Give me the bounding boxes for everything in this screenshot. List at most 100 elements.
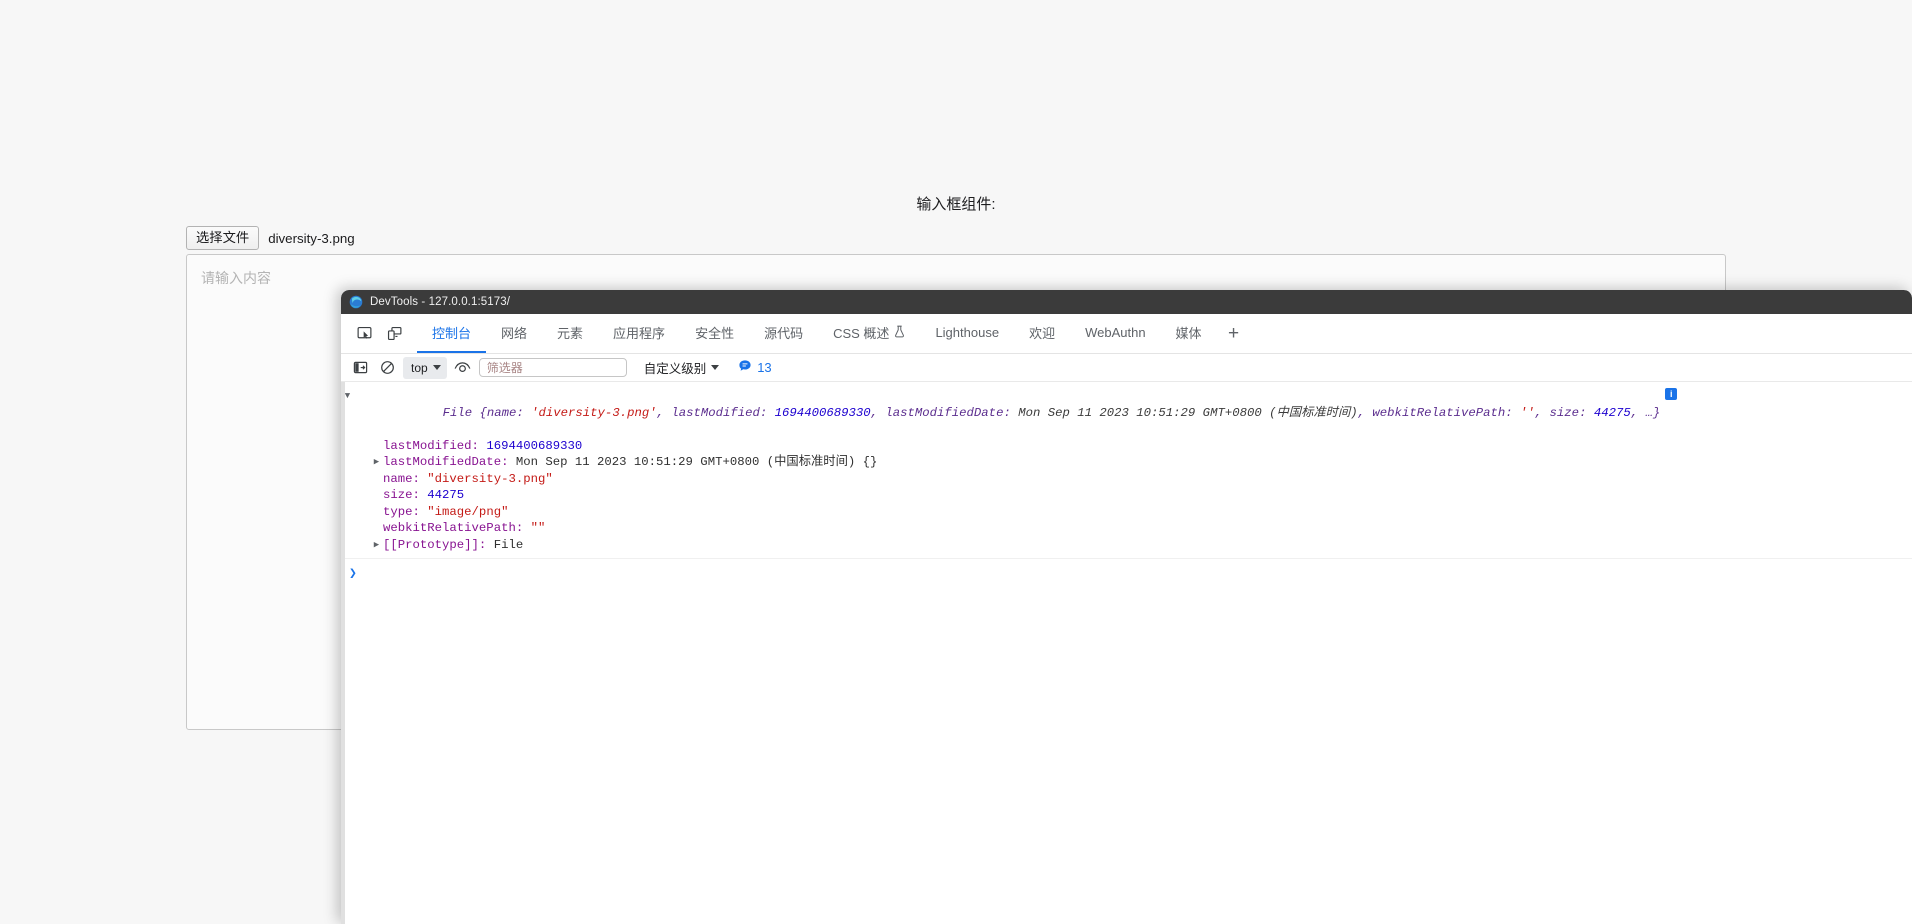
console-property-row: name: "diversity-3.png" [370,471,1912,488]
selected-file-name: diversity-3.png [268,230,355,246]
console-object-header[interactable]: ▼ File {name: 'diversity-3.png', lastMod… [341,388,1912,438]
tab-security[interactable]: 安全性 [680,314,749,353]
edge-logo-icon [349,295,363,309]
tab-sources[interactable]: 源代码 [749,314,818,353]
execution-context-value: top [411,360,428,375]
property-value: 44275 [427,488,465,502]
preview-sep-1: , [656,405,672,420]
textarea-placeholder: 请输入内容 [201,270,271,286]
property-key: webkitRelativePath: [383,521,531,535]
property-key: lastModified: [383,438,487,453]
tab-console[interactable]: 控制台 [417,314,487,353]
preview-sep-3: , [1357,405,1373,420]
preview-value-name: 'diversity-3.png' [531,405,657,420]
preview-value-lastmodifieddate: Mon Sep 11 2023 10:51:29 GMT+0800 (中国标准时… [1018,405,1358,420]
tab-media[interactable]: 媒体 [1161,314,1217,353]
tab-welcome[interactable]: 欢迎 [1014,314,1070,353]
tab-network[interactable]: 网络 [486,314,542,353]
device-toolbar-icon[interactable] [379,314,409,353]
console-property-row: type: "image/png" [370,504,1912,521]
preview-sep-2: , [870,405,886,420]
tab-application[interactable]: 应用程序 [598,314,680,353]
property-key: name: [383,471,428,486]
chevron-down-icon [432,365,441,370]
inspect-element-icon[interactable] [349,314,379,353]
expand-arrow-icon[interactable]: ▶ [370,454,383,471]
console-property-row: webkitRelativePath: "" [370,520,1912,537]
console-toolbar: top 自定义级别 [341,354,1912,382]
devtools-tabbar: 控制台 网络 元素 应用程序 安全性 源代码 CSS 概述 Lighthouse… [341,314,1912,354]
preview-value-webkitrelativepath: '' [1520,405,1535,420]
property-value: "diversity-3.png" [427,471,553,486]
execution-context-dropdown[interactable]: top [403,356,447,379]
preview-key-lastmodifieddate: lastModifiedDate: [885,405,1019,420]
property-key: type: [383,504,428,519]
preview-key-webkitrelativepath: webkitRelativePath: [1372,405,1521,420]
tab-label: Lighthouse [935,325,1000,340]
preview-value-size: 44275 [1593,405,1631,420]
property-value: Mon Sep 11 2023 10:51:29 GMT+0800 (中国标准时… [515,455,878,469]
tab-label: WebAuthn [1085,325,1146,340]
console-sidebar-icon[interactable] [349,357,371,378]
devtools-window-title: DevTools - 127.0.0.1:5173/ [370,296,511,308]
screen: 输入框组件: 选择文件 diversity-3.png 请输入内容 DevToo… [0,0,1912,924]
info-count-label: 13 [757,360,772,375]
tab-css-overview[interactable]: CSS 概述 [818,314,920,353]
chevron-down-icon [711,365,720,370]
preview-tail: , …} [1630,405,1661,420]
tab-lighthouse[interactable]: Lighthouse [920,314,1014,353]
clear-console-icon[interactable] [376,357,398,378]
add-tab-button[interactable]: + [1217,314,1251,353]
tab-label: 网络 [501,326,528,341]
preview-sep-4: , [1534,405,1550,420]
info-message-count[interactable]: 13 [738,359,772,376]
tab-label: 元素 [557,326,584,341]
info-icon[interactable]: i [1665,388,1678,400]
property-key: lastModifiedDate: [383,455,516,469]
info-bubble-icon [738,359,752,376]
tab-label: 安全性 [695,326,735,341]
tab-elements[interactable]: 元素 [542,314,598,353]
choose-file-button[interactable]: 选择文件 [186,226,260,251]
devtools-titlebar[interactable]: DevTools - 127.0.0.1:5173/ [341,290,1912,314]
console-prompt[interactable]: ❯ [341,559,1912,584]
property-value: 1694400689330 [486,438,583,453]
page-title: 输入框组件: [916,196,996,213]
tab-label: 应用程序 [613,326,666,341]
open-brace: { [479,405,487,420]
preview-value-lastmodified: 1694400689330 [774,405,871,420]
tab-label: 控制台 [432,326,472,341]
property-value: "image/png" [427,504,509,519]
console-property-row: lastModified: 1694400689330 [370,438,1912,455]
console-filter-input[interactable] [478,358,627,377]
prompt-caret-icon: ❯ [349,565,357,581]
tab-label: 媒体 [1175,326,1202,341]
object-preview: File {name: 'diversity-3.png', lastModif… [354,388,1661,438]
tab-label: 欢迎 [1029,326,1056,341]
console-message-group: ▼ File {name: 'diversity-3.png', lastMod… [341,382,1912,559]
console-property-row[interactable]: ▶ lastModifiedDate: Mon Sep 11 2023 10:5… [370,454,1912,471]
devtools-tab-list: 控制台 网络 元素 应用程序 安全性 源代码 CSS 概述 Lighthouse… [417,314,1251,353]
flask-icon [894,325,905,341]
console-prototype-row[interactable]: ▶ [[Prototype]]: File [370,537,1912,554]
tab-label: 源代码 [764,326,804,341]
preview-key-lastmodified: lastModified: [671,405,775,420]
file-input-row: 选择文件 diversity-3.png [186,226,355,251]
live-expression-icon[interactable] [452,357,474,378]
console-property-row: size: 44275 [370,487,1912,504]
preview-key-name: name: [486,405,532,420]
object-type: File [442,405,480,420]
preview-key-size: size: [1549,405,1594,420]
tab-label: CSS 概述 [833,326,890,341]
tab-webauthn[interactable]: WebAuthn [1070,314,1160,353]
prototype-key: [[Prototype]]: [383,537,494,552]
property-key: size: [383,488,428,502]
console-scroll-strip [341,382,345,924]
expand-arrow-icon[interactable]: ▶ [370,537,383,554]
devtools-window: DevTools - 127.0.0.1:5173/ 控制台 网络 元素 应用程… [341,290,1912,924]
log-level-dropdown[interactable]: 自定义级别 [640,356,724,379]
log-level-label: 自定义级别 [643,362,707,376]
prototype-value: File [493,537,524,552]
property-value: "" [530,521,546,535]
console-output[interactable]: ▼ File {name: 'diversity-3.png', lastMod… [341,382,1912,924]
